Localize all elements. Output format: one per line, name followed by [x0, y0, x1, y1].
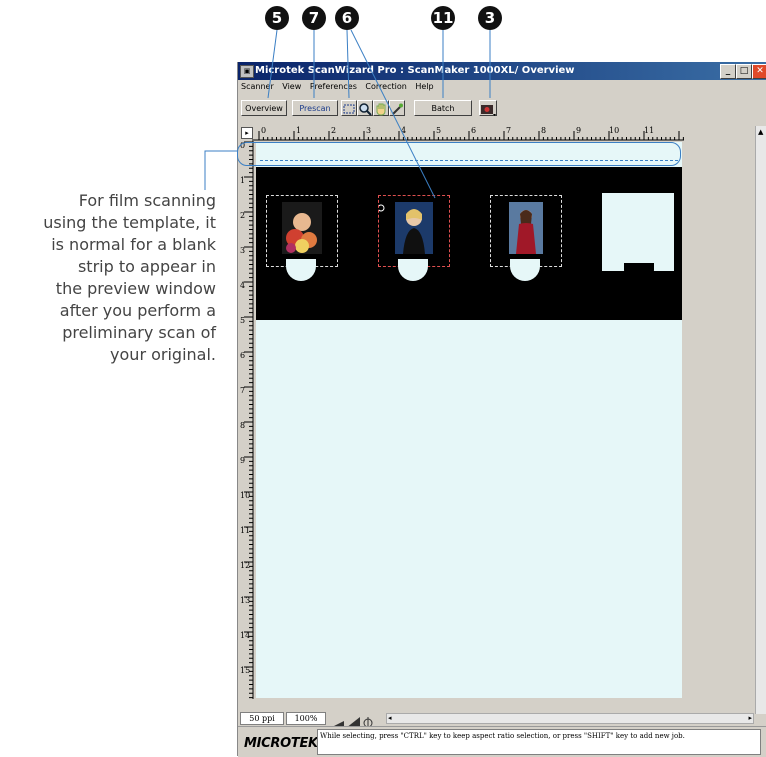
- callout-lines: [204, 29, 491, 199]
